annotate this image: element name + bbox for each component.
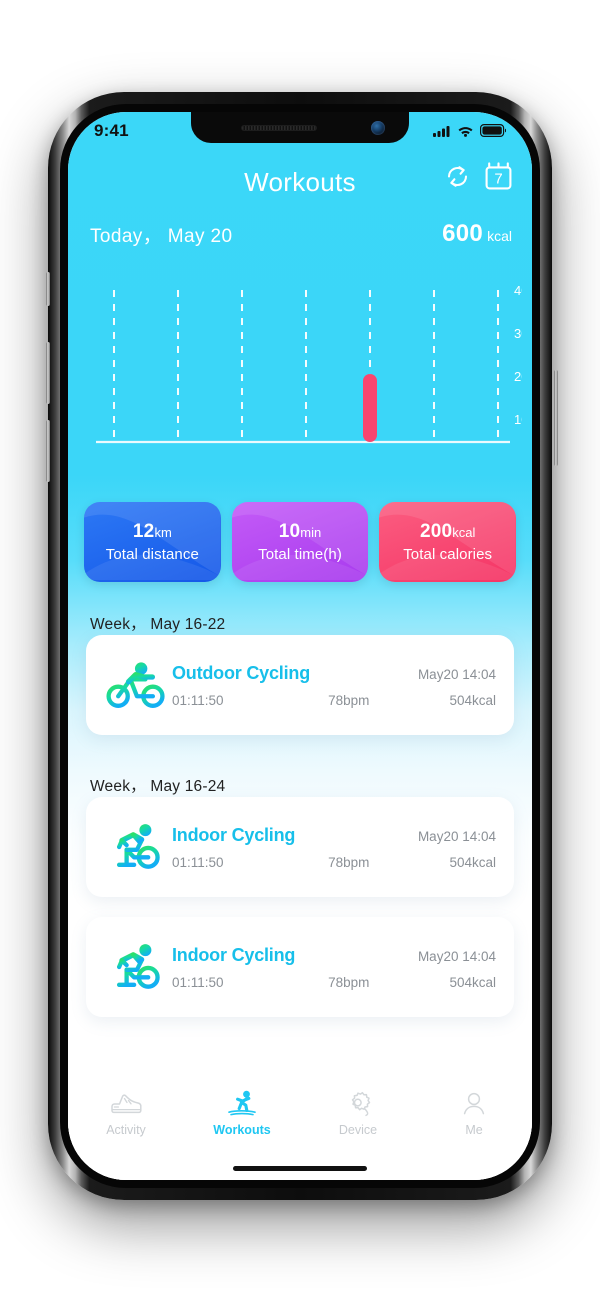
workout-calories: 504kcal: [449, 974, 496, 990]
workout-title-row: Indoor Cycling May20 14:04: [172, 945, 496, 966]
y-tick-300: 300: [514, 326, 522, 341]
stat-card-time[interactable]: 10 min Total time(h): [231, 502, 369, 582]
today-summary-row: Today， May 20 600 kcal: [90, 220, 512, 248]
sync-refresh-icon[interactable]: [444, 163, 471, 190]
stat-unit: min: [300, 525, 322, 540]
screenshot-stage: 9:41 Workouts 7 Today， May 20 600 kcal 4…: [0, 0, 600, 1298]
stat-card-distance[interactable]: 12 km Total distance: [84, 502, 221, 582]
workout-heart-rate: 78bpm: [328, 692, 370, 708]
power-button[interactable]: [554, 370, 558, 466]
workout-duration: 01:11:50: [172, 854, 224, 870]
workout-date: May20 14:04: [417, 828, 496, 844]
workout-duration: 01:11:50: [172, 974, 224, 990]
status-bar-time: 9:41: [94, 120, 129, 140]
workout-calories: 504kcal: [449, 692, 496, 708]
tab-label: Me: [465, 1123, 483, 1137]
today-calories-unit: kcal: [487, 228, 512, 244]
volume-down-button[interactable]: [46, 420, 50, 482]
indoor-cycling-icon: [100, 941, 172, 993]
tab-workouts[interactable]: Workouts: [184, 1090, 300, 1137]
stat-unit: km: [154, 525, 172, 540]
workout-title-row: Outdoor Cycling May20 14:04: [172, 663, 496, 684]
earpiece-speaker: [241, 125, 317, 131]
workout-metrics-row: 01:11:50 78bpm 504kcal: [172, 693, 496, 708]
tab-me[interactable]: Me: [416, 1090, 532, 1137]
y-tick-200: 200: [514, 369, 522, 384]
chart-bar-thu: [363, 374, 377, 442]
today-date-label: Today， May 20: [90, 226, 233, 247]
calendar-icon[interactable]: 7: [485, 162, 512, 190]
page-title: Workouts: [244, 166, 356, 197]
workout-details: Outdoor Cycling May20 14:04 01:11:50 78b…: [172, 663, 500, 708]
tab-label: Workouts: [213, 1123, 271, 1137]
phone-notch: [191, 112, 409, 143]
status-bar-indicators: [433, 124, 506, 137]
stat-value: 12: [132, 521, 155, 542]
volume-up-button[interactable]: [46, 342, 50, 404]
workout-date: May20 14:04: [417, 666, 496, 682]
stat-label: Total distance: [105, 546, 199, 563]
stat-label: Total calories: [403, 546, 493, 563]
workout-card-indoor-cycling-2[interactable]: Indoor Cycling May20 14:04 01:11:50 78bp…: [86, 917, 514, 1017]
silent-switch-button[interactable]: [46, 272, 50, 306]
workout-title: Indoor Cycling: [172, 824, 296, 845]
section-heading-1: Week， May 16-22: [90, 616, 226, 633]
person-icon: [463, 1092, 485, 1115]
runner-icon: [228, 1090, 256, 1116]
tab-label: Device: [338, 1123, 378, 1137]
header-actions: 7: [444, 162, 512, 190]
wifi-icon: [458, 126, 473, 137]
workout-title-row: Indoor Cycling May20 14:04: [172, 825, 496, 846]
workout-duration: 01:11:50: [172, 692, 224, 708]
cellular-signal-icon: [433, 125, 450, 137]
workout-heart-rate: 78bpm: [328, 854, 370, 870]
workout-heart-rate: 78bpm: [328, 974, 370, 990]
tab-device[interactable]: Device: [300, 1090, 416, 1137]
gear-icon: [351, 1091, 371, 1117]
workout-calories: 504kcal: [449, 854, 496, 870]
chart-svg: 400 300 200 100: [96, 283, 522, 444]
workout-card-indoor-cycling-1[interactable]: Indoor Cycling May20 14:04 01:11:50 78bp…: [86, 797, 514, 897]
calendar-day-number: 7: [494, 170, 502, 187]
phone-screen: 9:41 Workouts 7 Today， May 20 600 kcal 4…: [68, 112, 532, 1180]
workout-details: Indoor Cycling May20 14:04 01:11:50 78bp…: [172, 945, 500, 990]
workout-date: May20 14:04: [417, 948, 496, 964]
workout-card-outdoor-cycling[interactable]: Outdoor Cycling May20 14:04 01:11:50 78b…: [86, 635, 514, 735]
section-heading-2: Week， May 16-24: [90, 778, 226, 795]
outdoor-cycling-icon: [100, 660, 172, 710]
stat-card-calories[interactable]: 200 kcal Total calories: [379, 502, 517, 582]
stat-label: Total time(h): [258, 546, 342, 563]
stat-value-group: 200 kcal: [420, 521, 475, 543]
shoe-icon: [111, 1094, 142, 1114]
workout-title: Outdoor Cycling: [172, 662, 310, 683]
y-tick-100: 100: [514, 412, 522, 427]
stat-unit: kcal: [452, 525, 476, 540]
indoor-cycling-icon: [100, 821, 172, 873]
tab-activity[interactable]: Activity: [68, 1090, 184, 1137]
today-calories: 600 kcal: [442, 220, 512, 248]
stat-value: 10: [278, 521, 301, 542]
tab-label: Activity: [106, 1123, 146, 1137]
today-calories-value: 600: [442, 220, 484, 247]
front-camera-icon: [371, 121, 385, 135]
y-tick-400: 400: [514, 283, 522, 298]
stat-value: 200: [419, 521, 453, 542]
stat-cards: 12 km Total distance 10 min Total time(h…: [84, 502, 517, 582]
chart-gridlines: [113, 290, 499, 442]
stat-value-group: 12 km: [133, 521, 172, 543]
stat-value-group: 10 min: [279, 521, 322, 543]
chart-y-axis-labels: 400 300 200 100: [514, 283, 522, 427]
battery-icon: [480, 124, 506, 137]
workout-details: Indoor Cycling May20 14:04 01:11:50 78bp…: [172, 825, 500, 870]
workout-metrics-row: 01:11:50 78bpm 504kcal: [172, 855, 496, 870]
workout-title: Indoor Cycling: [172, 944, 296, 965]
workout-metrics-row: 01:11:50 78bpm 504kcal: [172, 975, 496, 990]
home-indicator[interactable]: [233, 1166, 367, 1171]
weekly-calories-chart[interactable]: 400 300 200 100 Sun Mon Tue Wed Thu Fri …: [78, 282, 522, 648]
